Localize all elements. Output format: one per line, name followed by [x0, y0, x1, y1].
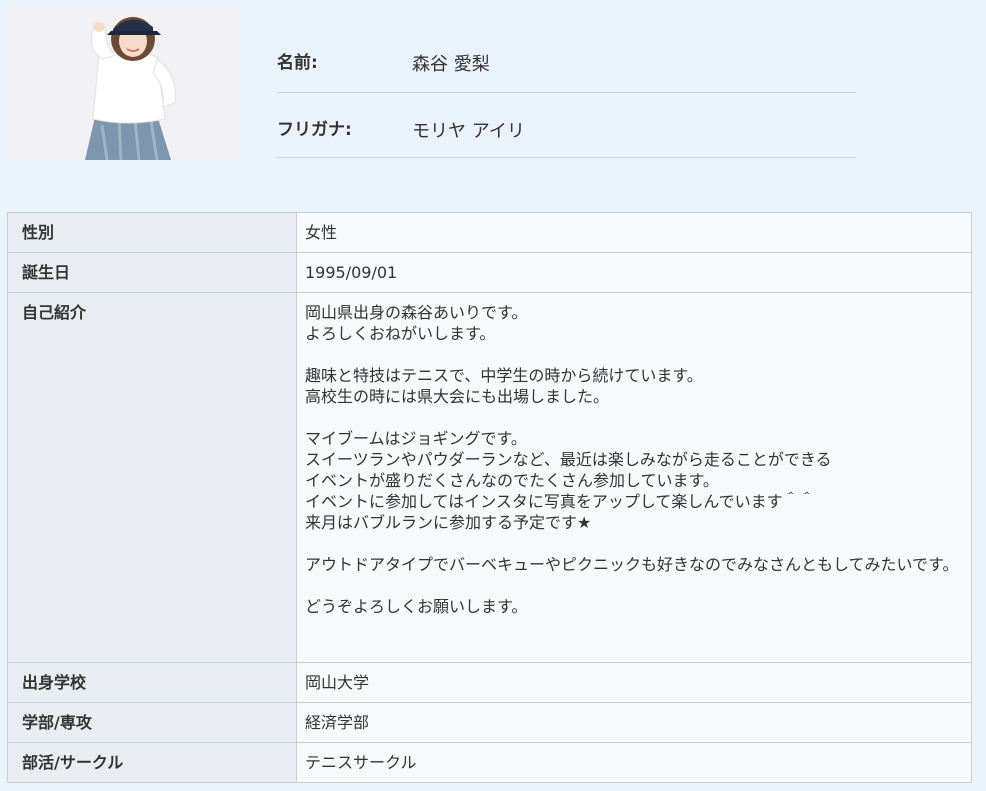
intro-line: よろしくおねがいします。 — [305, 324, 496, 343]
intro-line: アウトドアタイプでバーベキューやピクニックも好きなのでみなさんともしてみたいです… — [305, 555, 959, 574]
club-value: テニスサークル — [296, 742, 972, 783]
furigana-row: フリガナ: モリヤ アイリ — [277, 93, 856, 158]
table-row-intro: 自己紹介 岡山県出身の森谷あいりです。 よろしくおねがいします。 趣味と特技はテ… — [7, 292, 972, 663]
furigana-value: モリヤ アイリ — [412, 121, 525, 142]
intro-line: マイブームはジョギングです。 — [305, 429, 527, 448]
school-value: 岡山大学 — [296, 662, 972, 703]
table-row-faculty: 学部/専攻 経済学部 — [7, 702, 972, 743]
faculty-label: 学部/専攻 — [7, 702, 297, 743]
intro-label: 自己紹介 — [7, 292, 297, 663]
table-row-birthday: 誕生日 1995/09/01 — [7, 252, 972, 293]
intro-line — [305, 407, 963, 428]
furigana-label: フリガナ: — [277, 120, 352, 140]
club-label: 部活/サークル — [7, 742, 297, 783]
intro-line: イベントが盛りだくさんなのでたくさん参加しています。 — [305, 471, 719, 490]
name-value: 森谷 愛梨 — [412, 54, 490, 75]
intro-line — [305, 344, 963, 365]
intro-line: 来月はバブルランに参加する予定です★ — [305, 513, 592, 532]
gender-value: 女性 — [296, 212, 972, 253]
gender-label: 性別 — [7, 212, 297, 253]
table-row-club: 部活/サークル テニスサークル — [7, 742, 972, 783]
intro-line: 高校生の時には県大会にも出場しました。 — [305, 387, 610, 406]
school-label: 出身学校 — [7, 662, 297, 703]
profile-details-table: 性別 女性 誕生日 1995/09/01 自己紹介 岡山県出身の森谷あいりです。… — [7, 212, 972, 783]
intro-line — [305, 533, 963, 554]
intro-line: どうぞよろしくお願いします。 — [305, 597, 528, 616]
intro-line — [305, 575, 963, 596]
birthday-label: 誕生日 — [7, 252, 297, 293]
intro-line: 趣味と特技はテニスで、中学生の時から続けています。 — [305, 366, 703, 385]
intro-value: 岡山県出身の森谷あいりです。 よろしくおねがいします。 趣味と特技はテニスで、中… — [296, 292, 972, 663]
intro-line: スイーツランやパウダーランなど、最近は楽しみながら走ることができる — [305, 450, 832, 469]
table-row-gender: 性別 女性 — [7, 212, 972, 253]
name-block: 名前: 森谷 愛梨 フリガナ: モリヤ アイリ — [277, 28, 856, 158]
name-row: 名前: 森谷 愛梨 — [277, 28, 856, 93]
intro-line: イベントに参加してはインスタに写真をアップして楽しんでいます＾＾ — [305, 492, 815, 511]
name-label: 名前: — [277, 53, 318, 73]
intro-line: 岡山県出身の森谷あいりです。 — [305, 303, 528, 322]
profile-photo — [7, 7, 236, 160]
faculty-value: 経済学部 — [296, 702, 972, 743]
table-row-school: 出身学校 岡山大学 — [7, 662, 972, 703]
birthday-value: 1995/09/01 — [296, 252, 972, 293]
